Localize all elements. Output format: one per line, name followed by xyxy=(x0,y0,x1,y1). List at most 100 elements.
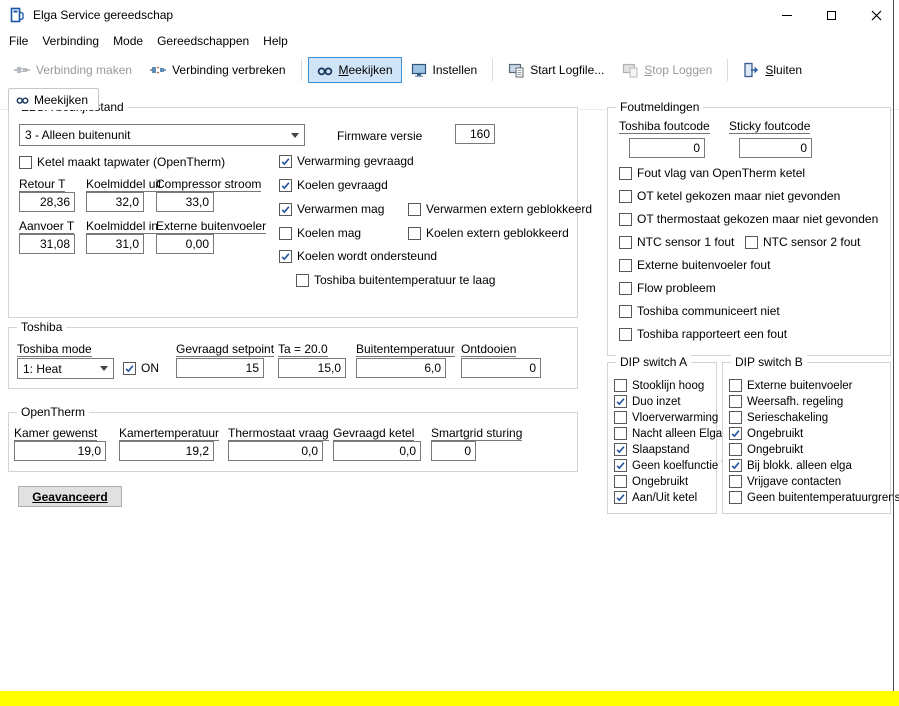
start-logfile-button[interactable]: Start Logfile... xyxy=(499,57,613,83)
checkbox-box[interactable] xyxy=(279,154,292,168)
checkbox-box[interactable] xyxy=(619,327,632,341)
checkbox-flow-probleem[interactable]: Flow probleem xyxy=(619,281,716,295)
stop-loggen-button[interactable]: Stop Loggen xyxy=(613,57,721,83)
checkbox-box[interactable] xyxy=(729,459,742,472)
checkbox-box[interactable] xyxy=(729,395,742,408)
checkbox-aan-uit-ketel[interactable]: Aan/Uit ketel xyxy=(614,491,697,504)
maximize-button[interactable] xyxy=(809,0,854,30)
checkbox-geen-koelfunctie[interactable]: Geen koelfunctie Th. xyxy=(614,459,738,472)
kamertemperatuur-field[interactable]: 19,2 xyxy=(119,441,214,461)
checkbox-box[interactable] xyxy=(729,379,742,392)
checkbox-dip-b-ongebruikt-1[interactable]: Ongebruikt xyxy=(729,427,803,440)
checkbox-verwarmen-extern-geblokkeerd[interactable]: Verwarmen extern geblokkeerd xyxy=(408,202,592,216)
checkbox-ketel-maakt-tapwater[interactable]: Ketel maakt tapwater (OpenTherm) xyxy=(19,155,225,169)
checkbox-box[interactable] xyxy=(279,202,292,216)
checkbox-box[interactable] xyxy=(614,443,627,456)
checkbox-fout-vlag-opentherm-ketel[interactable]: Fout vlag van OpenTherm ketel xyxy=(619,166,805,180)
checkbox-toshiba-communiceert-niet[interactable]: Toshiba communiceert niet xyxy=(619,304,780,318)
checkbox-box[interactable] xyxy=(296,273,309,287)
checkbox-box[interactable] xyxy=(614,395,627,408)
checkbox-box[interactable] xyxy=(729,411,742,424)
checkbox-box[interactable] xyxy=(619,212,632,226)
checkbox-box[interactable] xyxy=(614,459,627,472)
checkbox-dip-a-ongebruikt[interactable]: Ongebruikt xyxy=(614,475,688,488)
tab-meekijken[interactable]: Meekijken xyxy=(8,88,100,110)
checkbox-duo-inzet[interactable]: Duo inzet xyxy=(614,395,681,408)
checkbox-box[interactable] xyxy=(619,235,632,249)
checkbox-box[interactable] xyxy=(729,475,742,488)
gevraagd-ketel-field[interactable]: 0,0 xyxy=(333,441,421,461)
checkbox-box[interactable] xyxy=(729,427,742,440)
menu-file[interactable]: File xyxy=(2,30,35,52)
checkbox-box[interactable] xyxy=(279,178,292,192)
checkbox-box[interactable] xyxy=(123,361,136,375)
checkbox-box[interactable] xyxy=(614,411,627,424)
checkbox-box[interactable] xyxy=(619,304,632,318)
geavanceerd-button[interactable]: Geavanceerd xyxy=(18,486,122,507)
aanvoer-t-field[interactable]: 31,08 xyxy=(19,234,75,254)
checkbox-ntc-sensor-2-fout[interactable]: NTC sensor 2 fout xyxy=(745,235,860,249)
sluiten-button[interactable]: Sluiten xyxy=(734,57,811,83)
firmware-versie-field[interactable]: 160 xyxy=(455,124,495,144)
checkbox-vrijgave-contacten[interactable]: Vrijgave contacten xyxy=(729,475,841,488)
menu-help[interactable]: Help xyxy=(256,30,295,52)
checkbox-koelen-extern-geblokkeerd[interactable]: Koelen extern geblokkeerd xyxy=(408,226,569,240)
kamer-gewenst-field[interactable]: 19,0 xyxy=(14,441,106,461)
checkbox-box[interactable] xyxy=(729,491,742,504)
smartgrid-sturing-field[interactable]: 0 xyxy=(431,441,476,461)
checkbox-ot-thermostaat-niet-gevonden[interactable]: OT thermostaat gekozen maar niet gevonde… xyxy=(619,212,878,226)
meekijken-button[interactable]: Meekijken xyxy=(307,57,402,83)
checkbox-toshiba-rapporteert-fout[interactable]: Toshiba rapporteert een fout xyxy=(619,327,787,341)
checkbox-box[interactable] xyxy=(408,202,421,216)
elga-mode-dropdown[interactable]: 3 - Alleen buitenunit xyxy=(19,124,305,146)
koelmiddel-uit-field[interactable]: 32,0 xyxy=(86,192,144,212)
checkbox-box[interactable] xyxy=(279,226,292,240)
checkbox-box[interactable] xyxy=(619,189,632,203)
checkbox-ntc-sensor-1-fout[interactable]: NTC sensor 1 fout xyxy=(619,235,734,249)
checkbox-box[interactable] xyxy=(614,379,627,392)
menu-gereedschappen[interactable]: Gereedschappen xyxy=(150,30,256,52)
checkbox-box[interactable] xyxy=(408,226,421,240)
checkbox-serieschakeling[interactable]: Serieschakeling xyxy=(729,411,828,424)
checkbox-nacht-alleen-elga[interactable]: Nacht alleen Elga xyxy=(614,427,722,440)
externe-buitenvoeler-field[interactable]: 0,00 xyxy=(156,234,214,254)
buitentemperatuur-field[interactable]: 6,0 xyxy=(356,358,446,378)
checkbox-toshiba-on[interactable]: ON xyxy=(123,361,159,375)
thermostaat-vraag-field[interactable]: 0,0 xyxy=(228,441,323,461)
menu-verbinding[interactable]: Verbinding xyxy=(35,30,106,52)
checkbox-koelen-mag[interactable]: Koelen mag xyxy=(279,226,361,240)
checkbox-ot-ketel-niet-gevonden[interactable]: OT ketel gekozen maar niet gevonden xyxy=(619,189,840,203)
checkbox-box[interactable] xyxy=(19,155,32,169)
checkbox-stooklijn-hoog[interactable]: Stooklijn hoog xyxy=(614,379,704,392)
checkbox-box[interactable] xyxy=(614,491,627,504)
toshiba-mode-dropdown[interactable]: 1: Heat xyxy=(17,358,114,379)
checkbox-koelen-gevraagd[interactable]: Koelen gevraagd xyxy=(279,178,388,192)
checkbox-externe-buitenvoeler-fout[interactable]: Externe buitenvoeler fout xyxy=(619,258,770,272)
verbinding-verbreken-button[interactable]: Verbinding verbreken xyxy=(141,57,294,83)
checkbox-vloerverwarming[interactable]: Vloerverwarming xyxy=(614,411,718,424)
compressor-stroom-field[interactable]: 33,0 xyxy=(156,192,214,212)
checkbox-box[interactable] xyxy=(279,249,292,263)
menu-mode[interactable]: Mode xyxy=(106,30,150,52)
checkbox-geen-buitentemperatuurgrens[interactable]: Geen buitentemperatuurgrens xyxy=(729,491,899,504)
minimize-button[interactable] xyxy=(764,0,809,30)
koelmiddel-in-field[interactable]: 31,0 xyxy=(86,234,144,254)
verbinding-maken-button[interactable]: Verbinding maken xyxy=(5,57,141,83)
checkbox-slaapstand[interactable]: Slaapstand xyxy=(614,443,690,456)
checkbox-koelen-wordt-ondersteund[interactable]: Koelen wordt ondersteund xyxy=(279,249,437,263)
checkbox-dip-b-ongebruikt-2[interactable]: Ongebruikt xyxy=(729,443,803,456)
checkbox-bij-blokk-alleen-elga[interactable]: Bij blokk. alleen elga xyxy=(729,459,852,472)
sticky-foutcode-field[interactable]: 0 xyxy=(739,138,812,158)
checkbox-box[interactable] xyxy=(729,443,742,456)
retour-t-field[interactable]: 28,36 xyxy=(19,192,75,212)
checkbox-box[interactable] xyxy=(619,281,632,295)
checkbox-externe-buitenvoeler-b[interactable]: Externe buitenvoeler xyxy=(729,379,852,392)
checkbox-verwarming-gevraagd[interactable]: Verwarming gevraagd xyxy=(279,154,414,168)
toshiba-foutcode-field[interactable]: 0 xyxy=(629,138,705,158)
checkbox-box[interactable] xyxy=(614,475,627,488)
checkbox-box[interactable] xyxy=(745,235,758,249)
checkbox-box[interactable] xyxy=(619,166,632,180)
checkbox-box[interactable] xyxy=(614,427,627,440)
checkbox-verwarmen-mag[interactable]: Verwarmen mag xyxy=(279,202,384,216)
checkbox-weersafh-regeling[interactable]: Weersafh. regeling xyxy=(729,395,843,408)
